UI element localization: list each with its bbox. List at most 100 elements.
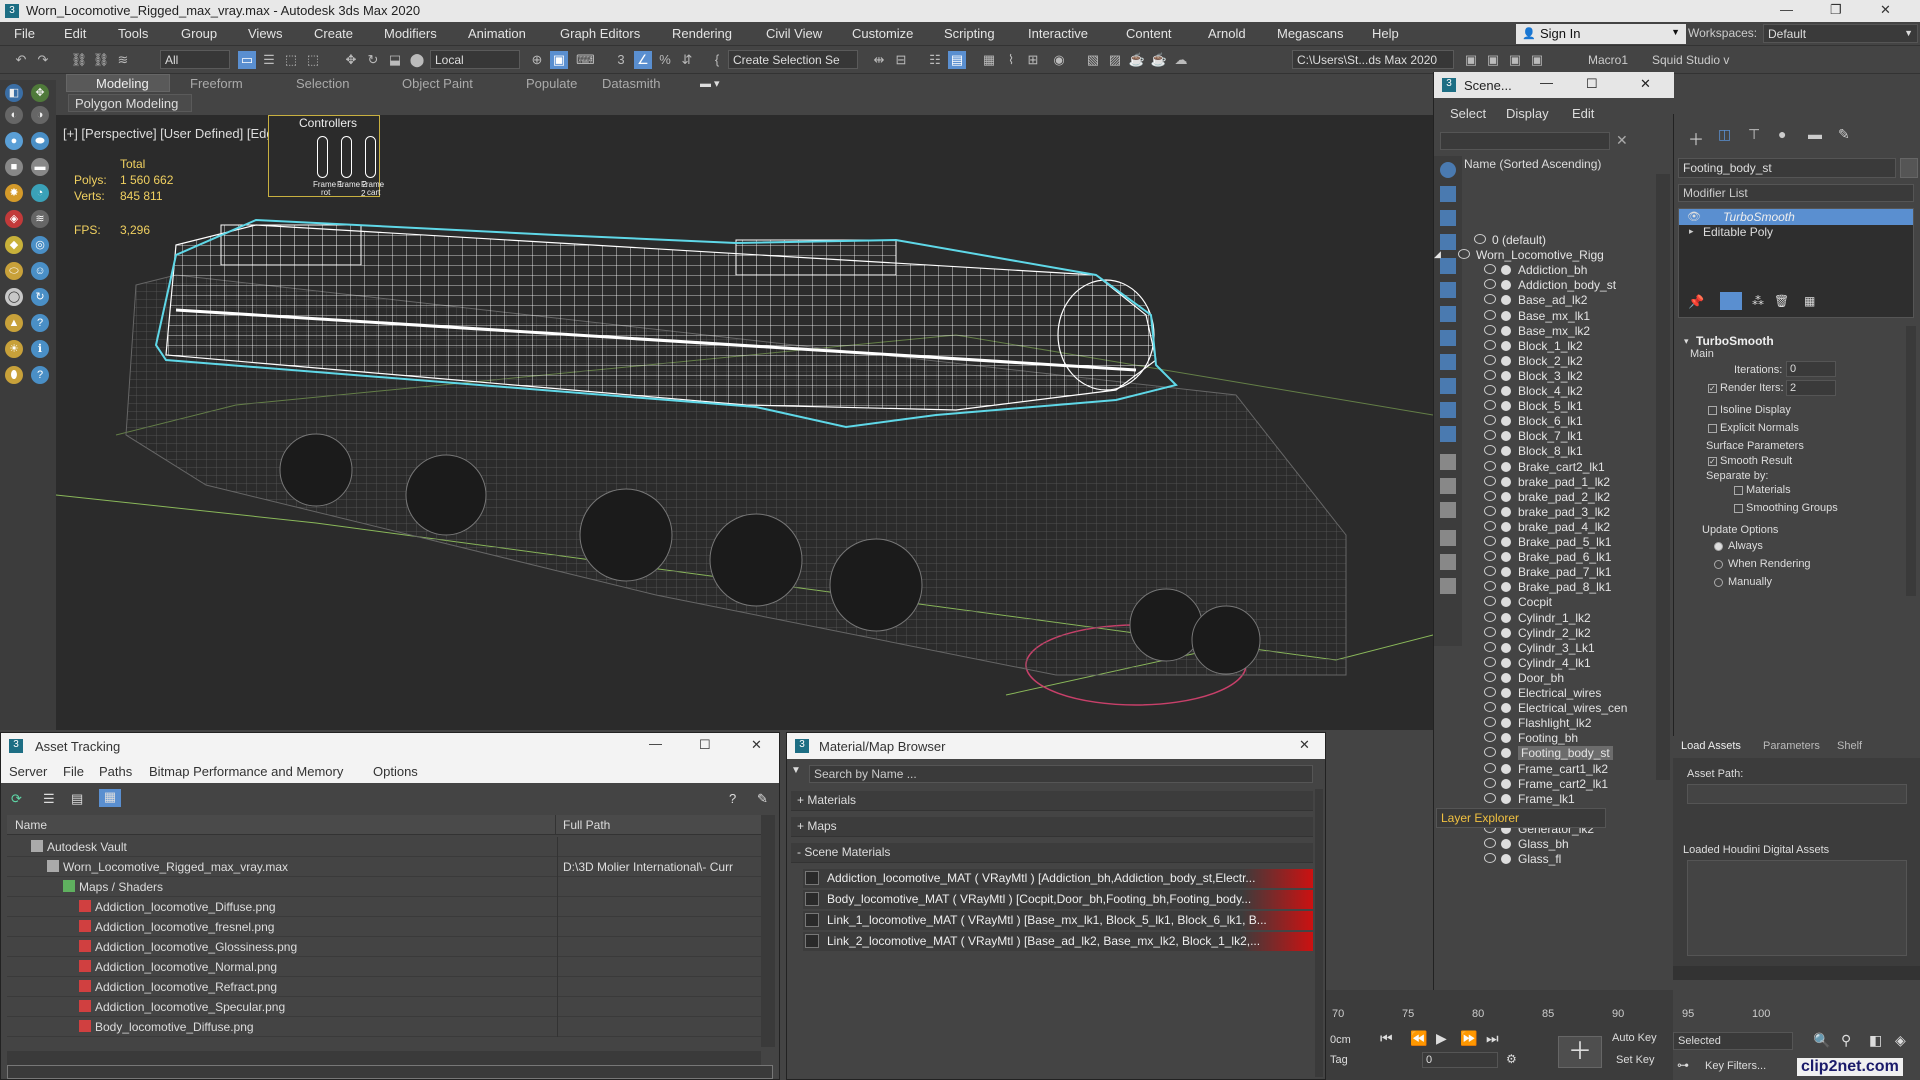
close-button[interactable]: ✕ (751, 737, 762, 753)
menu-animation[interactable]: Animation (468, 26, 526, 41)
perspective-viewport[interactable]: [+] [Perspective] [User Defined] [Edged … (56, 115, 1433, 730)
display-lights-icon[interactable] (1440, 234, 1456, 250)
eye-icon[interactable] (1484, 385, 1496, 395)
materials-checkbox[interactable] (1734, 486, 1743, 495)
material-item[interactable]: Link_1_locomotive_MAT ( VRayMtl ) [Base_… (803, 911, 1313, 930)
move-tool-icon[interactable]: ✥ (31, 84, 49, 102)
display-containers-icon[interactable] (1440, 402, 1456, 418)
curve-editor-icon[interactable]: ⌇ (1002, 51, 1020, 69)
eye-icon[interactable] (1484, 430, 1496, 441)
tab-shelf[interactable]: Shelf (1837, 740, 1862, 752)
teapot-tool-icon[interactable]: ⬮ (5, 366, 23, 384)
angle-snap-icon[interactable]: ∠ (634, 51, 652, 69)
time-config-icon[interactable]: ⚙ (1506, 1052, 1517, 1066)
helper-tool-icon[interactable]: ◈ (5, 210, 23, 228)
render-dot-icon[interactable] (1501, 612, 1511, 623)
eye-icon[interactable] (1484, 551, 1496, 562)
eye-icon[interactable] (1484, 687, 1496, 697)
render-dot-icon[interactable] (1501, 280, 1511, 291)
cylinder-tool-icon[interactable]: ⬬ (31, 132, 49, 150)
create-tab-icon[interactable]: ＋ (1688, 126, 1704, 150)
make-unique-icon[interactable]: ⁂ (1752, 294, 1764, 308)
reference-coord-dropdown[interactable]: Local (430, 50, 520, 69)
material-item[interactable]: Addiction_locomotive_MAT ( VRayMtl ) [Ad… (803, 869, 1313, 888)
eye-icon[interactable] (1484, 309, 1496, 320)
list-view-icon[interactable]: ☰ (43, 791, 55, 807)
render-setup-icon[interactable]: ▧ (1084, 51, 1102, 69)
bone-tool-icon[interactable]: ⬭ (5, 262, 23, 280)
material-item[interactable]: Link_2_locomotive_MAT ( VRayMtl ) [Base_… (803, 932, 1313, 951)
render-dot-icon[interactable] (1501, 672, 1511, 683)
key-selection-dropdown[interactable]: Selected (1673, 1032, 1793, 1050)
go-to-start-icon[interactable]: ⏮ (1380, 1030, 1393, 1047)
render-dot-icon[interactable] (1501, 506, 1511, 517)
display-groups-icon[interactable] (1440, 330, 1456, 346)
render-cloud-icon[interactable]: ☁ (1172, 51, 1190, 69)
macro-button[interactable]: Macro1 (1588, 53, 1628, 67)
menu-rendering[interactable]: Rendering (672, 26, 732, 41)
menu-customize[interactable]: Customize (852, 26, 913, 41)
sculpt-tool-icon[interactable]: ◑ (31, 106, 49, 124)
menu-arnold[interactable]: Arnold (1208, 26, 1246, 41)
tab-datasmith[interactable]: Datasmith (602, 76, 661, 91)
eye-icon[interactable] (1484, 747, 1496, 758)
display-tab-icon[interactable]: ▬ (1808, 126, 1822, 142)
asset-row[interactable]: Autodesk Vault (7, 837, 761, 857)
eye-icon[interactable] (1484, 400, 1496, 411)
menu-create[interactable]: Create (314, 26, 353, 41)
show-end-result-icon[interactable] (1720, 292, 1742, 310)
section-scene-materials[interactable]: - Scene Materials (791, 843, 1313, 863)
asset-row[interactable]: Addiction_locomotive_Diffuse.png (7, 897, 761, 917)
eye-icon[interactable] (1484, 294, 1496, 305)
menu-content[interactable]: Content (1126, 26, 1172, 41)
asset-row[interactable]: Addiction_locomotive_fresnel.png (7, 917, 761, 937)
select-object-icon[interactable]: ▭ (238, 51, 256, 69)
system-tool-icon[interactable]: ◎ (31, 236, 49, 254)
pin-stack-icon[interactable]: 📌 (1688, 294, 1704, 310)
display-helpers-icon[interactable] (1440, 282, 1456, 298)
tab-populate[interactable]: Populate (526, 76, 577, 91)
controller-slider[interactable] (341, 136, 352, 178)
houdini-hscrollbar[interactable] (1673, 966, 1920, 980)
eye-icon[interactable] (1484, 490, 1496, 501)
scene-search-input[interactable] (1440, 132, 1610, 150)
rollout-turbosmooth[interactable]: TurboSmooth (1696, 334, 1774, 348)
scene-menu-edit[interactable]: Edit (1572, 106, 1594, 121)
help-icon[interactable]: ? (729, 791, 736, 806)
camera-tool-icon[interactable]: ◔ (31, 184, 49, 202)
render-dot-icon[interactable] (1501, 642, 1511, 653)
display-spacewarps-icon[interactable] (1440, 306, 1456, 322)
display-bones-icon[interactable] (1440, 378, 1456, 394)
asset-menu-bitmap[interactable]: Bitmap Performance and Memory (149, 764, 343, 779)
render-dot-icon[interactable] (1501, 703, 1511, 714)
always-radio[interactable] (1714, 542, 1723, 551)
render-dot-icon[interactable] (1501, 627, 1511, 638)
redo-icon[interactable]: ↷ (34, 51, 52, 69)
render-dot-icon[interactable] (1501, 552, 1511, 563)
asset-path-input[interactable] (1687, 784, 1907, 804)
asset-menu-options[interactable]: Options (373, 764, 418, 779)
render-dot-icon[interactable] (1501, 340, 1511, 351)
asset-row[interactable]: Addiction_locomotive_Glossiness.png (7, 937, 761, 957)
zoom-icon[interactable]: 🔍 (1813, 1032, 1830, 1049)
material-search-input[interactable]: Search by Name ... (809, 765, 1313, 783)
asset-menu-file[interactable]: File (63, 764, 84, 779)
asset-menu-paths[interactable]: Paths (99, 764, 132, 779)
eye-icon[interactable] (1484, 566, 1496, 577)
play-icon[interactable]: ▶ (1436, 1030, 1447, 1047)
eye-icon[interactable] (1484, 626, 1496, 637)
eye-icon[interactable] (1484, 656, 1496, 667)
iterations-spinner[interactable]: 0 (1786, 361, 1836, 377)
move-icon[interactable]: ✥ (342, 51, 360, 69)
select-tool-icon[interactable]: ◧ (5, 84, 23, 102)
menu-civil-view[interactable]: Civil View (766, 26, 822, 41)
tab-modeling[interactable]: Modeling (96, 76, 149, 91)
filter-dependencies-icon[interactable] (1440, 554, 1456, 570)
eye-icon[interactable] (1484, 520, 1496, 531)
display-geometry-icon[interactable] (1440, 186, 1456, 202)
column-name[interactable]: Name (15, 818, 47, 832)
eye-icon[interactable] (1484, 369, 1496, 380)
eye-icon[interactable] (1484, 279, 1496, 290)
selection-filter-dropdown[interactable]: All (160, 50, 230, 69)
scene-item[interactable]: Glass_fl (1464, 851, 1684, 869)
